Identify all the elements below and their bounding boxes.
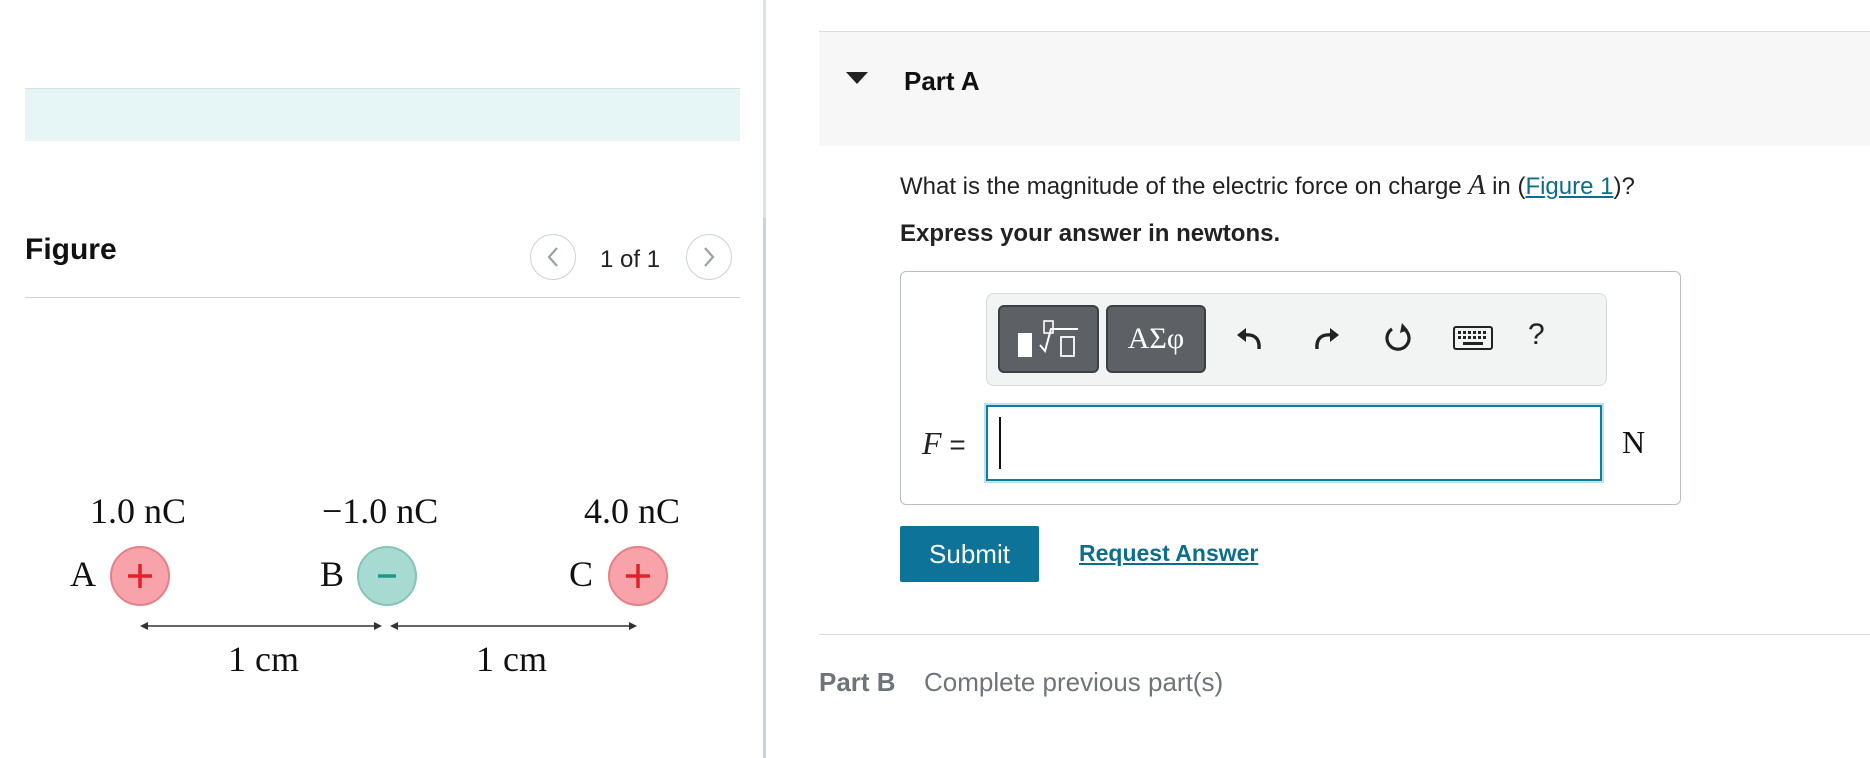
part-a-title: Part A (904, 66, 980, 96)
charge-c-letter: C (569, 554, 594, 594)
undo-button[interactable] (1230, 318, 1270, 358)
help-button[interactable]: ? (1528, 318, 1545, 352)
figure-link[interactable]: Figure 1 (1525, 173, 1613, 200)
figure-title: Figure (25, 233, 117, 266)
redo-icon (1315, 328, 1339, 350)
panel-divider-accent (763, 218, 766, 758)
keyboard-button[interactable] (1451, 318, 1495, 358)
charge-a-circle (110, 546, 170, 606)
question-mid: in ( (1485, 173, 1526, 200)
question-text: What is the magnitude of the electric fo… (900, 170, 1635, 202)
part-b-title: Part B (819, 667, 896, 697)
distance-bc-label: 1 cm (476, 639, 547, 679)
part-b-status: Complete previous part(s) (924, 667, 1224, 697)
distance-arrows (140, 622, 637, 630)
charge-b-circle (357, 546, 417, 606)
redo-button[interactable] (1306, 318, 1346, 358)
keyboard-icon (1453, 326, 1493, 350)
distance-ab-label: 1 cm (228, 639, 299, 679)
answer-input[interactable] (986, 405, 1602, 481)
plus-icon (626, 564, 650, 588)
charge-c-value: 4.0 nC (584, 491, 681, 531)
math-templates-icon (1017, 320, 1078, 357)
figure-banner (25, 88, 740, 141)
charge-a-value: 1.0 nC (90, 491, 187, 531)
minus-icon (378, 574, 396, 578)
part-b-top-border (819, 634, 1870, 635)
text-cursor (999, 417, 1001, 469)
figure-divider (25, 297, 740, 298)
equals-sign: = (949, 429, 966, 460)
plus-icon (128, 564, 152, 588)
answer-variable: F (922, 425, 942, 461)
submit-button[interactable]: Submit (900, 526, 1039, 582)
question-variable: A (1468, 170, 1486, 201)
unit-label: N (1622, 424, 1646, 460)
reset-button[interactable] (1379, 318, 1419, 358)
templates-button[interactable] (998, 305, 1099, 373)
figure-panel: Figure 1 of 1 1.0 nC −1.0 nC 4.0 nC A B … (0, 0, 765, 758)
figure-pager-text: 1 of 1 (600, 246, 661, 273)
reset-icon (1385, 323, 1411, 351)
question-suffix: )? (1613, 173, 1635, 200)
charge-b-letter: B (320, 554, 345, 594)
chevron-right-icon (704, 247, 715, 267)
request-answer-link[interactable]: Request Answer (1079, 540, 1258, 567)
charge-c-circle (608, 546, 668, 606)
next-figure-button[interactable] (686, 234, 732, 280)
charge-a-letter: A (70, 554, 96, 594)
caret-down-icon[interactable] (846, 72, 868, 84)
previous-figure-button[interactable] (530, 234, 576, 280)
symbols-button[interactable]: ΑΣφ (1106, 305, 1206, 373)
chevron-left-icon (547, 247, 558, 267)
answer-variable-label: F = (922, 425, 966, 462)
undo-icon (1237, 328, 1261, 350)
charge-b-value: −1.0 nC (322, 491, 439, 531)
question-prefix: What is the magnitude of the electric fo… (900, 173, 1469, 200)
answer-instruction: Express your answer in newtons. (900, 220, 1281, 247)
